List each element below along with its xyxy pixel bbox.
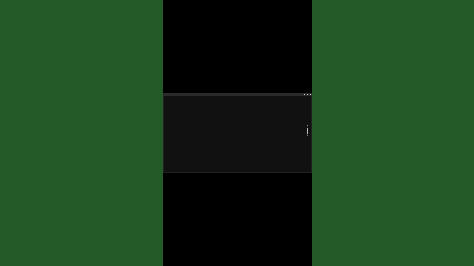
terminal-output[interactable]: [164, 97, 304, 141]
chevron-up-icon[interactable]: ▲: [306, 125, 309, 127]
right-green-background: [312, 0, 474, 266]
terminal-window[interactable]: ▲ ▼: [163, 93, 312, 173]
maximize-icon[interactable]: [307, 94, 308, 95]
scrollbar-thumb[interactable]: [307, 128, 308, 134]
terminal-scrollbar[interactable]: ▲ ▼: [306, 125, 309, 137]
vertical-video-area: ▲ ▼: [163, 0, 312, 266]
minimize-icon[interactable]: [304, 94, 305, 95]
terminal-titlebar[interactable]: [163, 93, 312, 96]
left-green-background: [0, 0, 163, 266]
close-icon[interactable]: [310, 94, 311, 95]
video-frame: ▲ ▼: [0, 0, 474, 266]
chevron-down-icon[interactable]: ▼: [306, 135, 309, 137]
